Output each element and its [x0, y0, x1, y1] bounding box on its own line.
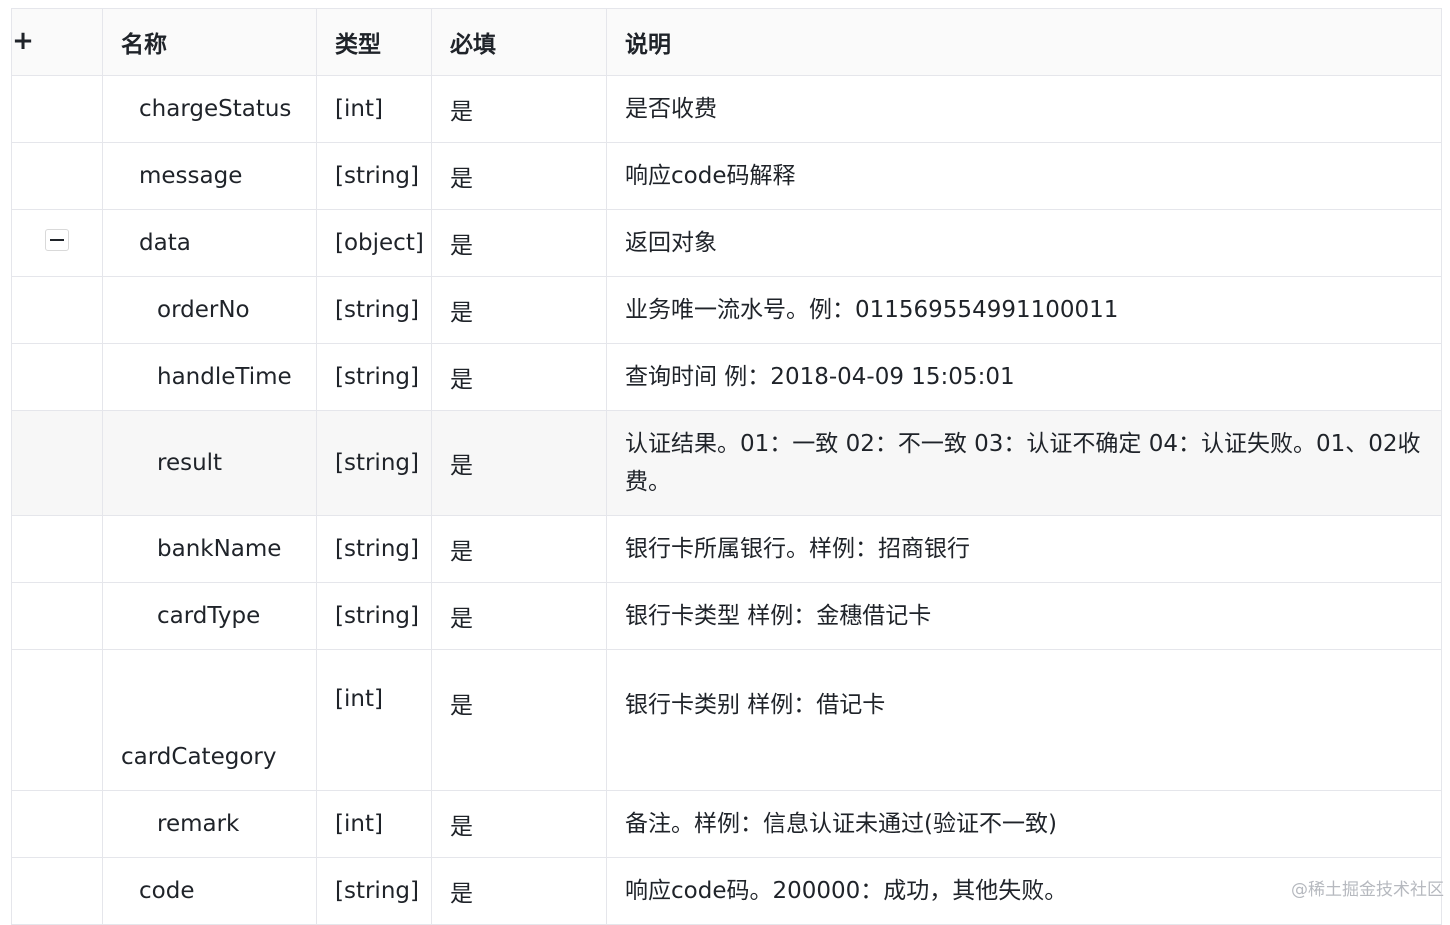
- row-control-cell: [11, 276, 103, 344]
- row-control-cell: [11, 343, 103, 411]
- row-control-cell: [11, 649, 103, 791]
- table-row: cardType [string] 是 银行卡类型 样例：金穗借记卡: [11, 582, 1442, 650]
- field-name: remark: [102, 790, 317, 858]
- field-required: 是: [431, 582, 607, 650]
- column-header-name: 名称: [102, 8, 317, 76]
- watermark: @稀土掘金技术社区: [1291, 880, 1444, 900]
- field-required: 是: [431, 857, 607, 925]
- field-type: [string]: [316, 343, 432, 411]
- field-type: [string]: [316, 276, 432, 344]
- row-control-cell: [11, 515, 103, 583]
- field-name: cardCategory: [102, 649, 317, 791]
- field-required: 是: [431, 649, 607, 791]
- field-required: 是: [431, 75, 607, 143]
- field-required: 是: [431, 790, 607, 858]
- field-name: orderNo: [102, 276, 317, 344]
- expand-all-cell: +: [11, 8, 103, 76]
- column-header-type: 类型: [316, 8, 432, 76]
- collapse-icon[interactable]: [45, 229, 69, 251]
- field-type: [object]: [316, 209, 432, 277]
- field-description: 银行卡类别 样例：借记卡: [606, 649, 1442, 791]
- table-row: bankName [string] 是 银行卡所属银行。样例：招商银行: [11, 515, 1442, 583]
- field-description: 认证结果。01：一致 02：不一致 03：认证不确定 04：认证失败。01、02…: [606, 410, 1442, 516]
- field-description: 返回对象: [606, 209, 1442, 277]
- table-row: cardCategory [int] 是 银行卡类别 样例：借记卡: [11, 649, 1442, 791]
- field-name: handleTime: [102, 343, 317, 411]
- table-row: code [string] 是 响应code码。200000：成功，其他失败。: [11, 857, 1442, 925]
- table-row: remark [int] 是 备注。样例：信息认证未通过(验证不一致): [11, 790, 1442, 858]
- column-header-required: 必填: [431, 8, 607, 76]
- field-description: 是否收费: [606, 75, 1442, 143]
- field-name: bankName: [102, 515, 317, 583]
- field-description: 查询时间 例：2018-04-09 15:05:01: [606, 343, 1442, 411]
- field-type: [int]: [316, 790, 432, 858]
- field-description: 银行卡所属银行。样例：招商银行: [606, 515, 1442, 583]
- field-name: code: [102, 857, 317, 925]
- table-row: message [string] 是 响应code码解释: [11, 142, 1442, 210]
- field-description: 银行卡类型 样例：金穗借记卡: [606, 582, 1442, 650]
- row-control-cell: [11, 790, 103, 858]
- field-type: [string]: [316, 857, 432, 925]
- field-name: chargeStatus: [102, 75, 317, 143]
- field-type: [int]: [316, 75, 432, 143]
- table-header-row: + 名称 类型 必填 说明: [11, 8, 1442, 76]
- table-row: handleTime [string] 是 查询时间 例：2018-04-09 …: [11, 343, 1442, 411]
- row-control-cell: [11, 410, 103, 516]
- field-required: 是: [431, 343, 607, 411]
- field-description: 响应code码解释: [606, 142, 1442, 210]
- field-name: result: [102, 410, 317, 516]
- field-name: cardType: [102, 582, 317, 650]
- row-control-cell: [11, 142, 103, 210]
- field-type: [string]: [316, 582, 432, 650]
- row-control-cell: [11, 582, 103, 650]
- field-type: [string]: [316, 142, 432, 210]
- field-name: message: [102, 142, 317, 210]
- params-table: + 名称 类型 必填 说明 chargeStatus [int] 是 是否收费 …: [11, 8, 1442, 925]
- field-name: data: [102, 209, 317, 277]
- field-required: 是: [431, 515, 607, 583]
- column-header-description: 说明: [606, 8, 1442, 76]
- row-control-cell: [11, 857, 103, 925]
- field-required: 是: [431, 276, 607, 344]
- field-type: [string]: [316, 515, 432, 583]
- table-row: result [string] 是 认证结果。01：一致 02：不一致 03：认…: [11, 410, 1442, 516]
- field-required: 是: [431, 142, 607, 210]
- field-type: [int]: [316, 649, 432, 791]
- plus-icon[interactable]: +: [12, 28, 34, 54]
- row-control-cell: [11, 75, 103, 143]
- row-control-cell: [11, 209, 103, 277]
- field-required: 是: [431, 209, 607, 277]
- table-row: data [object] 是 返回对象: [11, 209, 1442, 277]
- table-row: chargeStatus [int] 是 是否收费: [11, 75, 1442, 143]
- table-row: orderNo [string] 是 业务唯一流水号。例：01156955499…: [11, 276, 1442, 344]
- field-required: 是: [431, 410, 607, 516]
- field-description: 业务唯一流水号。例：011569554991100011: [606, 276, 1442, 344]
- field-description: 备注。样例：信息认证未通过(验证不一致): [606, 790, 1442, 858]
- field-type: [string]: [316, 410, 432, 516]
